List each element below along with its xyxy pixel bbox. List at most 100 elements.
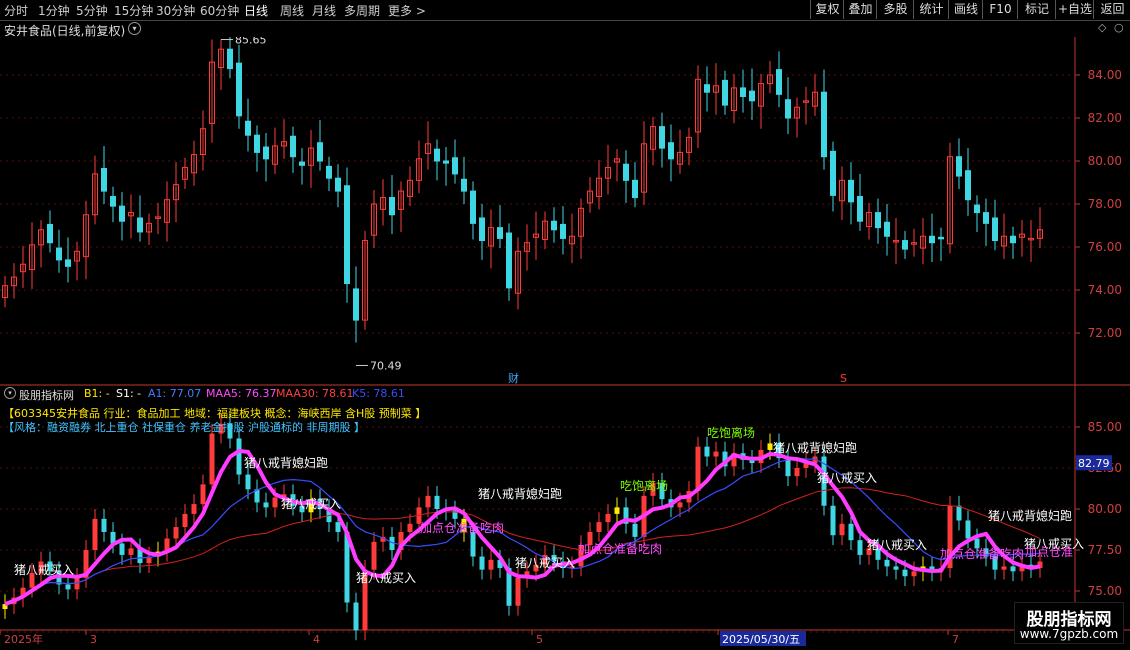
ind-candle-body [902,569,908,577]
ind-candle-body [263,502,269,508]
period-tab[interactable]: 分时 [4,2,28,19]
ind-candle-body [767,443,773,450]
candle-body [137,217,143,233]
watermark-url: www.7gpzb.com [1019,627,1119,641]
period-tab[interactable]: 5分钟 [76,2,108,19]
period-tab[interactable]: 60分钟 [200,2,239,19]
ind-candle-body [92,518,98,550]
ind-candle-body [893,566,899,570]
candle-body [551,220,557,231]
candle-body [101,168,107,192]
candle-body [848,179,854,203]
period-tab[interactable]: 更多 > [388,2,426,19]
current-value-label: 82.79 [1078,457,1110,470]
signal-label: 猪八戒背媳妇跑 [244,455,328,470]
candle-body [335,177,341,192]
toolbar-button[interactable]: 多股 [876,0,914,19]
period-tab[interactable]: 15分钟 [114,2,153,19]
toolbar-button[interactable]: 统计 [913,0,949,19]
period-tab[interactable]: 周线 [280,2,304,19]
date-axis-label: 3 [90,633,97,646]
maa5-line [4,448,1041,606]
candle-body [1010,235,1016,244]
ind-candle-body [128,548,134,555]
candle-body [470,190,476,224]
candle-body [776,69,782,95]
indicator-name[interactable]: 股朋指标网 [19,387,74,403]
ind-candle-body [119,543,125,555]
chevron-down-circle-icon[interactable]: ▾ [128,22,141,35]
toolbar-button[interactable]: 画线 [948,0,983,19]
candle-body [434,148,440,162]
ind-candle-body [353,602,359,631]
legend-item: K5: 78.61 [352,387,405,400]
legend-item: A1: 77.07 [148,387,202,400]
signal-label: 猪八戒买入 [356,571,416,585]
indicator-icon[interactable]: ▾ [4,387,16,399]
candle-body [317,142,323,162]
k5-line [4,457,1041,605]
top-toolbar: 分时 1分钟 5分钟 15分钟 30分钟 60分钟 日线 周线 月线 多周期 更多 > 复权 叠加 多股统… [0,0,1130,21]
ind-candle-body [434,495,440,509]
period-tab[interactable]: 日线 [244,2,268,19]
signal-label: 猪八戒买入 [14,563,74,577]
ind-candle-body [695,446,701,491]
toolbar-button[interactable]: 返回 [1093,0,1130,19]
candle-body [938,236,944,240]
toolbar-button[interactable]: F10 [982,0,1018,19]
watermark: 股朋指标网 www.7gpzb.com [1014,602,1124,644]
price-axis-label: 80.00 [1088,154,1122,168]
candle-body [956,156,962,177]
price-axis-label: 82.00 [1088,111,1122,125]
date-axis-label: 4 [313,633,320,646]
candle-body [623,163,629,181]
ind-candle-body [614,507,620,514]
toolbar-button[interactable]: 复权 [810,0,844,19]
toolbar-button[interactable]: +自选 [1055,0,1094,19]
candle-body [785,99,791,119]
ind-candle-body [884,559,890,567]
ind-candle-body [101,518,107,532]
ind-axis-label: 80.00 [1088,502,1122,516]
period-tab[interactable]: 月线 [312,2,336,19]
legend-item: B1: - [84,387,110,400]
date-axis-label: 7 [952,633,959,646]
ind-candle-body [479,556,485,570]
period-tab[interactable]: 多周期 [344,2,380,19]
toolbar-button[interactable]: 叠加 [843,0,877,19]
ind-candle-body [794,468,800,477]
ind-candle-body [470,531,476,557]
candle-body [236,62,242,117]
price-axis-label: 84.00 [1088,68,1122,82]
legend-item: S1: - [116,387,142,400]
period-tab[interactable]: 1分钟 [38,2,70,19]
cai-marker: 财 [508,371,519,385]
ind-candle-body [272,497,278,508]
candle-body [749,90,755,102]
circle-icon[interactable]: ○ [1114,21,1124,34]
candle-body [830,150,836,196]
candle-body [983,212,989,224]
ind-candle-body [191,504,197,514]
diamond-icon[interactable]: ◇ [1098,21,1106,34]
ind-candle-body [407,523,413,532]
ind-candle-body [596,522,602,532]
candle-body [290,135,296,158]
candle-body [245,120,251,136]
candle-body [497,227,503,239]
candle-body [965,170,971,201]
ind-candle-body [911,571,917,577]
candle-body [668,142,674,160]
ind-candle-body [1001,566,1007,570]
toolbar-button[interactable]: 标记 [1017,0,1056,19]
candle-body [902,240,908,250]
high-marker-label: 85.65 [235,37,267,47]
price-axis-label: 72.00 [1088,326,1122,340]
ind-candle-body [713,451,719,457]
ind-candle-body [839,523,845,536]
low-marker-label: 70.49 [370,359,402,372]
signal-label: 猪八戒买入 [817,471,877,485]
chart-area: 85.6570.49财 S 84.0082.0080.0078.0076.0074… [0,37,1130,646]
legend-item: MAA30: 78.61 [276,387,354,400]
period-tab[interactable]: 30分钟 [156,2,195,19]
